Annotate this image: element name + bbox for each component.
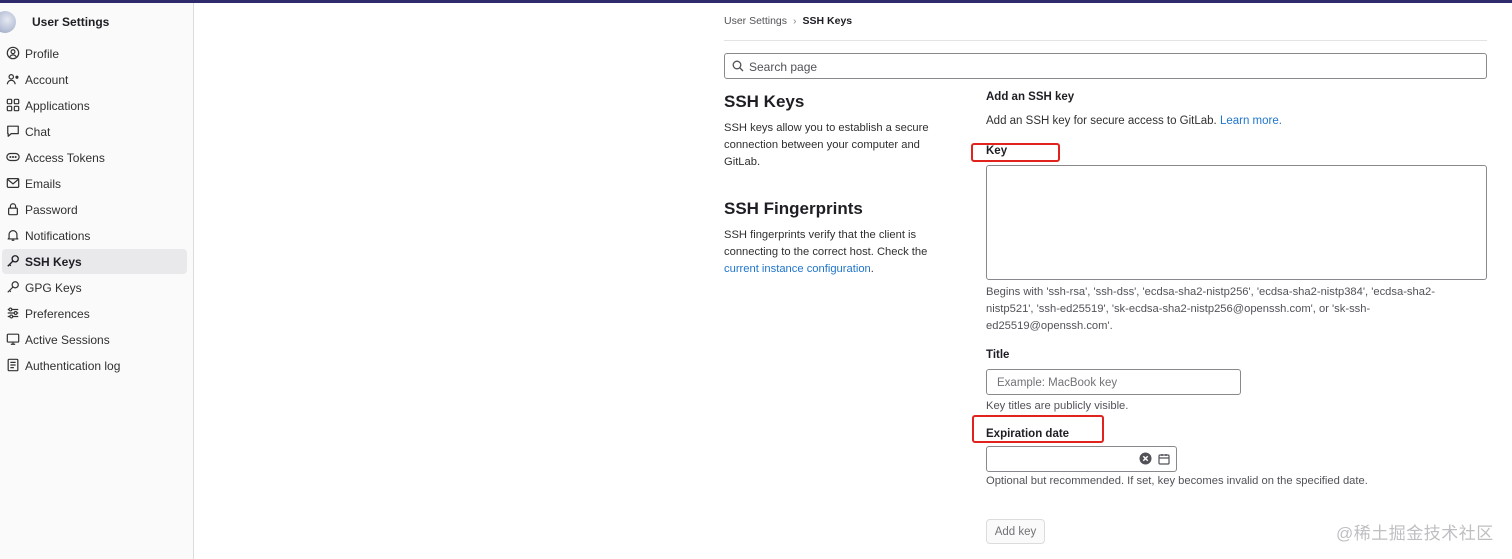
preferences-icon [6,306,21,321]
sidebar-item-account[interactable]: Account [2,67,187,92]
monitor-icon [6,332,21,347]
sidebar-title: User Settings [32,15,110,29]
sidebar-item-label: GPG Keys [25,281,82,295]
sidebar-item-label: Applications [25,99,90,113]
sidebar-item-label: Active Sessions [25,333,110,347]
watermark: @稀土掘金技术社区 [1336,524,1494,543]
title-help-text: Key titles are publicly visible. [986,400,1129,412]
profile-icon [6,46,21,61]
sidebar-item-label: Preferences [25,307,90,321]
form-title: Add an SSH key [986,91,1075,103]
search-icon [732,60,744,72]
annotation-highlight-expiration [972,415,1104,443]
key-help-text: Begins with 'ssh-rsa', 'ssh-dss', 'ecdsa… [986,286,1435,332]
expiration-date-input[interactable] [993,449,1137,471]
form-description-text: Add an SSH key for secure access to GitL… [986,115,1220,127]
add-key-button[interactable]: Add key [986,519,1045,544]
sidebar-item-label: Chat [25,125,51,139]
token-icon [6,150,21,165]
sidebar-item-label: Access Tokens [25,151,105,165]
expiration-date-field[interactable] [986,446,1177,472]
sidebar-item-applications[interactable]: Applications [2,93,187,118]
sidebar-item-label: Account [25,73,69,87]
breadcrumb: User Settings › SSH Keys [724,15,852,27]
title-input[interactable] [995,372,1237,394]
sidebar-item-password[interactable]: Password [2,197,187,222]
fingerprints-text: SSH fingerprints verify that the client … [724,229,928,258]
sidebar-item-gpg-keys[interactable]: GPG Keys [2,275,187,300]
key-textarea[interactable] [986,165,1487,280]
avatar [0,11,16,33]
applications-icon [6,98,21,113]
title-field[interactable] [986,369,1241,395]
sidebar-item-preferences[interactable]: Preferences [2,301,187,326]
breadcrumb-chevron-icon: › [793,15,797,27]
ssh-fingerprints-heading: SSH Fingerprints [724,199,863,218]
key-icon [6,254,21,269]
sidebar-item-emails[interactable]: Emails [2,171,187,196]
ssh-fingerprints-description: SSH fingerprints verify that the client … [724,227,952,277]
search-input[interactable] [747,56,1471,78]
sidebar-item-label: Password [25,203,78,217]
expiration-help-text: Optional but recommended. If set, key be… [986,475,1368,487]
account-icon [6,72,21,87]
annotation-highlight-key [971,143,1060,162]
instance-configuration-link[interactable]: current instance configuration [724,263,871,275]
sidebar: User Settings Profile Account Applicatio… [0,3,194,559]
sidebar-item-chat[interactable]: Chat [2,119,187,144]
chat-icon [6,124,21,139]
sidebar-item-label: Emails [25,177,62,191]
form-description: Add an SSH key for secure access to GitL… [986,115,1282,127]
calendar-icon[interactable] [1158,453,1170,465]
sidebar-header[interactable]: User Settings [0,11,193,33]
fingerprints-text-end: . [870,262,874,275]
sidebar-item-label: SSH Keys [25,255,82,269]
sidebar-item-label: Authentication log [25,359,121,373]
sidebar-item-label: Profile [25,47,60,61]
top-bar [0,0,1512,3]
sidebar-item-label: Notifications [25,229,91,243]
ssh-keys-heading: SSH Keys [724,92,805,111]
sidebar-item-profile[interactable]: Profile [2,41,187,66]
sidebar-item-active-sessions[interactable]: Active Sessions [2,327,187,352]
title-label: Title [986,349,1010,361]
search-box[interactable] [724,53,1487,79]
sidebar-item-ssh-keys[interactable]: SSH Keys [2,249,187,274]
log-icon [6,358,21,373]
sidebar-item-notifications[interactable]: Notifications [2,223,187,248]
breadcrumb-parent[interactable]: User Settings [724,15,787,27]
breadcrumb-current[interactable]: SSH Keys [803,15,853,27]
mail-icon [6,176,21,191]
bell-icon [6,228,21,243]
lock-icon [6,202,21,217]
key-icon [6,280,21,295]
learn-more-link[interactable]: Learn more. [1220,115,1282,127]
sidebar-item-authentication-log[interactable]: Authentication log [2,353,187,378]
ssh-keys-description: SSH keys allow you to establish a secure… [724,122,929,168]
clear-icon[interactable] [1139,452,1152,465]
divider [724,40,1487,41]
sidebar-item-access-tokens[interactable]: Access Tokens [2,145,187,170]
